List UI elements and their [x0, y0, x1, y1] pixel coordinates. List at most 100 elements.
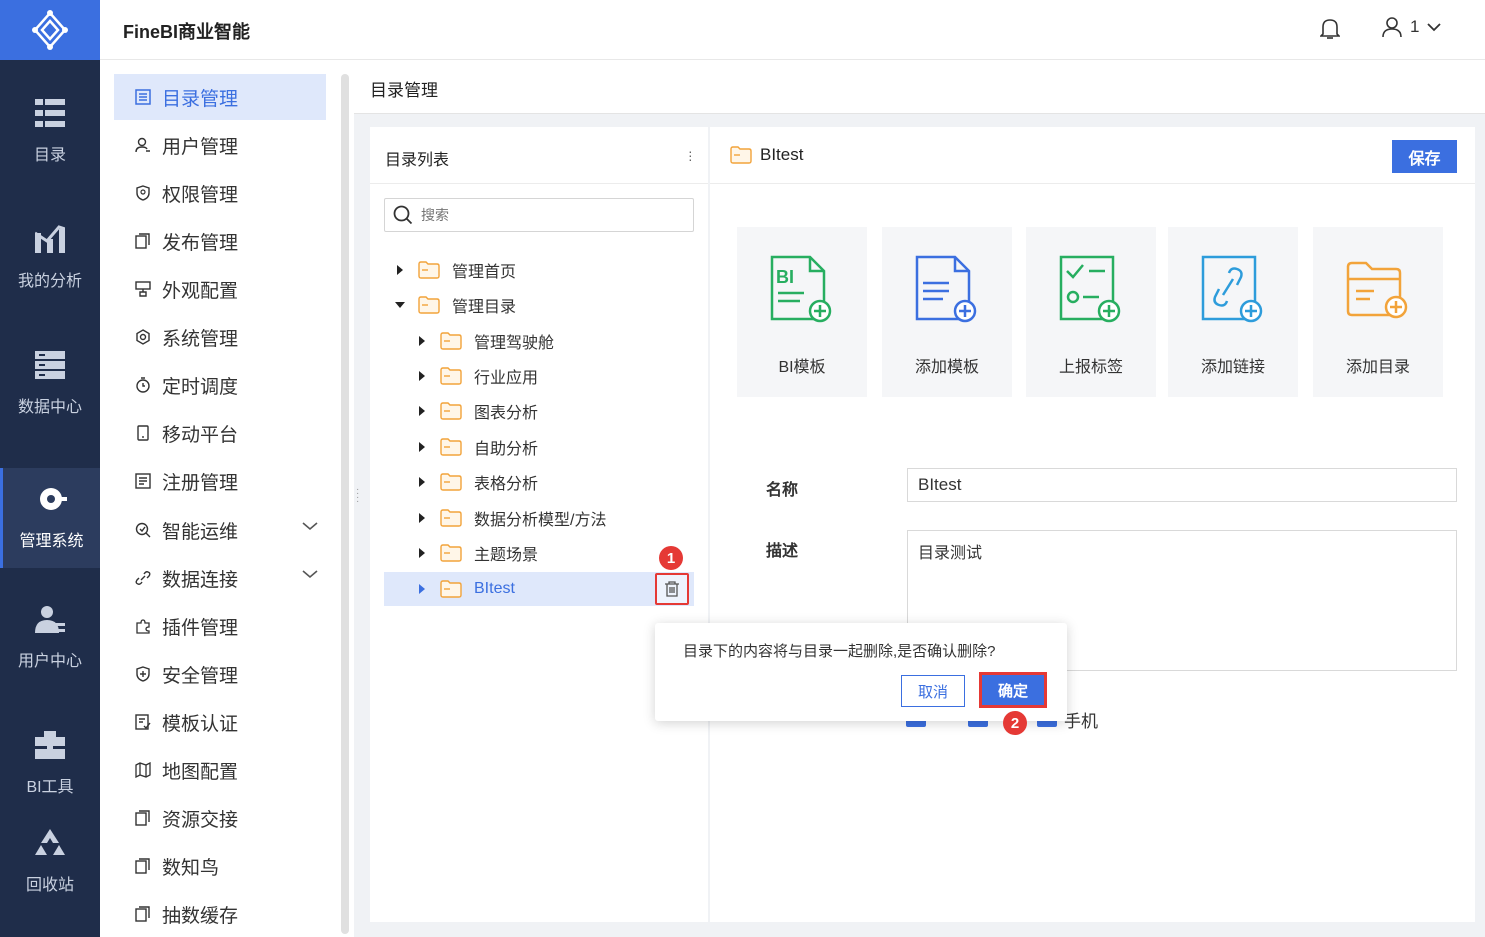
menu-resource-handover[interactable]: 资源交接 — [114, 795, 326, 841]
description-label: 描述 — [766, 543, 799, 560]
menu-permission-management[interactable]: 权限管理 — [114, 170, 326, 216]
shield-icon — [134, 665, 152, 683]
nav-my-analysis[interactable]: 我的分析 — [0, 208, 100, 308]
nav-data-center[interactable]: 数据中心 — [0, 334, 100, 434]
menu-appearance-config[interactable]: 外观配置 — [114, 266, 326, 312]
menu-publish-management[interactable]: 发布管理 — [114, 218, 326, 264]
confirm-button[interactable]: 确定 — [979, 672, 1047, 708]
tree-node-cockpit[interactable]: 管理驾驶舱 — [416, 324, 554, 358]
tree-node-analysis-models[interactable]: 数据分析模型/方法 — [416, 501, 606, 535]
card-add-link[interactable]: 添加链接 — [1168, 227, 1298, 397]
tree-node-self-service[interactable]: 自助分析 — [416, 430, 538, 464]
report-tag-icon — [1059, 255, 1121, 323]
menu-shuzhiniao[interactable]: 数知鸟 — [114, 843, 326, 889]
tree-node-bitest[interactable]: BItest — [384, 572, 694, 606]
tree-header: 目录列表 · · · — [370, 127, 708, 184]
link-icon — [134, 569, 152, 587]
tree-node-chart-analysis[interactable]: 图表分析 — [416, 394, 538, 428]
folder-icon — [440, 438, 462, 456]
user-name: 1 — [1410, 17, 1420, 36]
expand-arrow-icon[interactable] — [416, 512, 428, 524]
nav-management-system[interactable]: 管理系统 — [0, 468, 100, 568]
menu-mobile-platform[interactable]: 移动平台 — [114, 410, 326, 456]
expand-arrow-icon[interactable] — [416, 476, 428, 488]
card-report-tag[interactable]: 上报标签 — [1026, 227, 1156, 397]
tree-node-home[interactable]: 管理首页 — [394, 253, 516, 287]
menu-intelligent-ops[interactable]: 智能运维 — [114, 507, 326, 553]
card-add-template[interactable]: 添加模板 — [882, 227, 1012, 397]
card-add-catalog[interactable]: 添加目录 — [1313, 227, 1443, 397]
settings-sidebar: 目录管理 用户管理 权限管理 发布管理 外观配置 系统管理 定时调度 移动平台 … — [100, 60, 354, 937]
card-bi-template[interactable]: BI BI模板 — [737, 227, 867, 397]
tree-node-management-catalog[interactable]: 管理目录 — [394, 288, 516, 322]
plugin-icon — [134, 617, 152, 635]
add-folder-icon — [1346, 261, 1408, 319]
tree-node-label: 图表分析 — [474, 405, 539, 422]
menu-data-connection[interactable]: 数据连接 — [114, 555, 326, 601]
sidebar-scrollbar[interactable] — [341, 74, 349, 934]
menu-user-management[interactable]: 用户管理 — [114, 122, 326, 168]
tree-node-label: BItest — [474, 580, 515, 597]
settings-icon — [134, 328, 152, 346]
chevron-down-icon[interactable] — [302, 569, 318, 579]
card-label: 添加模板 — [914, 359, 979, 376]
menu-label: 资源交接 — [162, 809, 239, 831]
tree-title: 目录列表 — [385, 152, 450, 169]
user-menu[interactable]: 1 — [1382, 16, 1442, 38]
app-logo[interactable] — [0, 0, 100, 60]
tree-node-industry[interactable]: 行业应用 — [416, 359, 538, 393]
folder-icon — [440, 509, 462, 527]
name-input[interactable] — [907, 468, 1457, 502]
tree-node-label: 管理目录 — [452, 299, 517, 316]
resource-icon — [134, 809, 152, 827]
nav-label: BI工具 — [26, 779, 74, 796]
nav-user-center[interactable]: 用户中心 — [0, 588, 100, 688]
menu-label: 权限管理 — [162, 184, 239, 206]
nav-bi-tools[interactable]: BI工具 — [0, 714, 100, 814]
search-input[interactable] — [421, 207, 671, 223]
expand-arrow-icon[interactable] — [416, 583, 428, 595]
expand-arrow-icon[interactable] — [416, 335, 428, 347]
more-options-icon[interactable]: · · · — [688, 144, 693, 166]
mobile-icon — [134, 424, 152, 442]
expand-arrow-icon[interactable] — [394, 264, 406, 276]
save-button[interactable]: 保存 — [1392, 140, 1457, 173]
menu-label: 安全管理 — [162, 665, 239, 687]
menu-catalog-management[interactable]: 目录管理 — [114, 74, 326, 120]
expand-arrow-icon[interactable] — [416, 405, 428, 417]
menu-label: 数知鸟 — [162, 857, 220, 879]
menu-map-config[interactable]: 地图配置 — [114, 747, 326, 793]
delete-button[interactable] — [655, 573, 689, 605]
expand-arrow-icon[interactable] — [416, 441, 428, 453]
collapse-arrow-icon[interactable] — [394, 299, 406, 311]
chevron-down-icon[interactable] — [302, 521, 318, 531]
bell-icon[interactable] — [1320, 18, 1340, 40]
tree-node-table-analysis[interactable]: 表格分析 — [416, 465, 538, 499]
expand-arrow-icon[interactable] — [416, 370, 428, 382]
card-label: 上报标签 — [1058, 359, 1123, 376]
menu-label: 地图配置 — [162, 761, 239, 783]
expand-arrow-icon[interactable] — [416, 547, 428, 559]
menu-label: 移动平台 — [162, 424, 239, 446]
user-icon — [134, 136, 152, 154]
menu-template-certification[interactable]: 模板认证 — [114, 699, 326, 745]
menu-scheduled-tasks[interactable]: 定时调度 — [114, 362, 326, 408]
resize-handle[interactable]: ···· — [356, 485, 359, 507]
menu-label: 抽数缓存 — [162, 905, 239, 927]
main-header: 目录管理 — [354, 60, 1485, 114]
menu-plugin-management[interactable]: 插件管理 — [114, 603, 326, 649]
menu-extract-cache[interactable]: 抽数缓存 — [114, 891, 326, 937]
catalog-tree-panel: 目录列表 ··· 管理首页 管理目录 管理驾驶舱 行业应用 图表分析 自助分析 — [370, 127, 708, 922]
template-icon — [134, 713, 152, 731]
folder-icon — [418, 261, 440, 279]
tree-node-theme-scenes[interactable]: 主题场景 — [416, 536, 538, 570]
menu-registration-management[interactable]: 注册管理 — [114, 458, 326, 504]
cancel-button[interactable]: 取消 — [901, 675, 965, 707]
list-icon — [35, 99, 65, 127]
nav-recycle-bin[interactable]: 回收站 — [0, 812, 100, 912]
bird-icon — [134, 857, 152, 875]
nav-label: 数据中心 — [17, 399, 82, 416]
menu-system-management[interactable]: 系统管理 — [114, 314, 326, 360]
nav-catalog[interactable]: 目录 — [0, 82, 100, 182]
menu-security-management[interactable]: 安全管理 — [114, 651, 326, 697]
